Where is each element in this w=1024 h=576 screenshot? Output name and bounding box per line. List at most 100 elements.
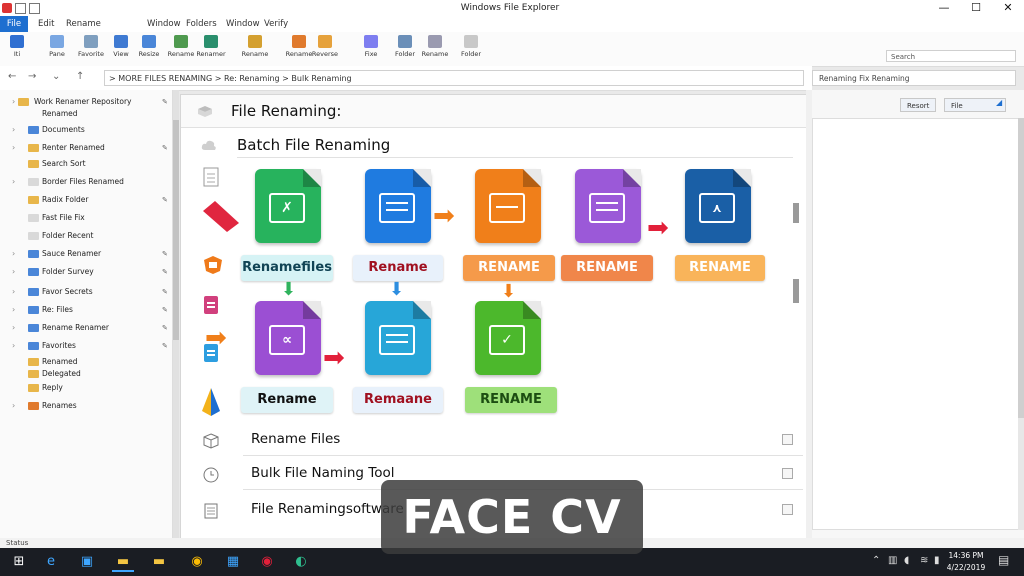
chrome-icon[interactable]: ◉ (256, 552, 278, 572)
ribbon-button[interactable]: Favorite (76, 34, 106, 64)
maximize-button[interactable]: ☐ (960, 0, 992, 16)
ribbon-button[interactable]: Renamer (196, 34, 226, 64)
nav-scrollbar[interactable] (173, 90, 179, 538)
pin-icon[interactable]: ✎ (162, 320, 168, 336)
search-input[interactable]: Renaming Fix Renaming (812, 70, 1016, 86)
folder-icon[interactable]: ▬ (148, 552, 170, 572)
pin-icon[interactable]: ✎ (162, 338, 168, 354)
pin-icon[interactable]: ✎ (162, 284, 168, 300)
ribbon-button[interactable]: Resize (134, 34, 164, 64)
ribbon-button[interactable]: Folder (456, 34, 486, 64)
sidebar-item[interactable]: › Folder Survey ✎ (0, 264, 172, 280)
sidebar-item[interactable]: › Renter Renamed ✎ (0, 140, 172, 156)
row-checkbox[interactable] (782, 468, 793, 479)
clock[interactable]: 14:36 PM 4/22/2019 (946, 550, 986, 574)
expand-chevron-icon[interactable]: › (12, 174, 15, 190)
expand-chevron-icon[interactable]: › (12, 302, 15, 318)
file-explorer-icon[interactable]: ▬ (112, 552, 134, 572)
save-icon[interactable] (15, 2, 26, 14)
edge-browser-icon[interactable]: e (40, 552, 62, 572)
app-icon[interactable]: ◐ (290, 552, 312, 572)
sidebar-item[interactable]: › Rename Renamer ✎ (0, 320, 172, 336)
menu-edit[interactable]: Edit (38, 16, 54, 32)
menu-folders[interactable]: Folders (186, 16, 217, 32)
nav-scroll-thumb[interactable] (173, 120, 179, 340)
chrome-icon[interactable]: ◉ (186, 552, 208, 572)
menu-window-2[interactable]: Window (226, 16, 260, 32)
expand-chevron-icon[interactable]: › (12, 264, 15, 280)
sidebar-item[interactable]: Folder Recent (0, 228, 172, 244)
start-icon[interactable]: ⊞ (8, 552, 30, 572)
ribbon-button[interactable]: Folder (390, 34, 420, 64)
resort-button[interactable]: Resort (900, 98, 937, 112)
sidebar-item[interactable]: Renamed (0, 106, 172, 122)
up-icon[interactable]: ↑ (76, 71, 84, 82)
minimize-button[interactable]: — (928, 0, 960, 16)
pin-icon[interactable]: ✎ (162, 140, 168, 156)
expand-chevron-icon[interactable]: › (12, 398, 15, 414)
app-icon[interactable]: ▦ (222, 552, 244, 572)
menu-file[interactable]: File (0, 16, 28, 32)
tray-up-icon[interactable]: ⌃ (872, 555, 880, 566)
pin-icon[interactable]: ✎ (162, 302, 168, 318)
ribbon-button[interactable]: View (106, 34, 136, 64)
close-button[interactable]: ✕ (992, 0, 1024, 16)
pin-icon[interactable]: ✎ (162, 246, 168, 262)
sidebar-item[interactable]: Radix Folder ✎ (0, 192, 172, 208)
undo-icon[interactable] (29, 2, 40, 14)
menu-rename[interactable]: Rename (66, 16, 101, 32)
ribbon-button[interactable]: Pane (42, 34, 72, 64)
list-item-label: Bulk File Naming Tool (251, 465, 395, 481)
sidebar-item[interactable]: › Favor Secrets ✎ (0, 284, 172, 300)
menu-verify[interactable]: Verify (264, 16, 288, 32)
sidebar-item[interactable]: › Renames (0, 398, 172, 414)
network-icon[interactable]: ▥ (888, 555, 897, 566)
sidebar-item[interactable]: › Sauce Renamer ✎ (0, 246, 172, 262)
app-icon[interactable] (2, 3, 12, 13)
details-body (812, 118, 1020, 530)
expand-chevron-icon[interactable]: › (12, 338, 15, 354)
ribbon-button[interactable]: Reverse (310, 34, 340, 64)
pin-icon[interactable]: ✎ (162, 192, 168, 208)
sidebar-item[interactable]: Search Sort (0, 156, 172, 172)
content-scroll-marker[interactable] (793, 279, 799, 303)
expand-chevron-icon[interactable]: › (12, 246, 15, 262)
sidebar-item[interactable]: › Re: Files ✎ (0, 302, 172, 318)
task-view-icon[interactable]: ▣ (76, 552, 98, 572)
wifi-icon[interactable]: ≋ (920, 555, 928, 566)
ribbon-button[interactable]: Rename (420, 34, 450, 64)
address-path[interactable]: > MORE FILES RENAMING > Re: Renaming > B… (104, 70, 804, 86)
sidebar-item[interactable]: › Documents (0, 122, 172, 138)
expand-chevron-icon[interactable]: › (12, 140, 15, 156)
folder-icon (18, 98, 29, 106)
row-checkbox[interactable] (782, 504, 793, 515)
ribbon-search-input[interactable]: Search (886, 50, 1016, 62)
menu-window[interactable]: Window (147, 16, 181, 32)
sidebar-item[interactable]: › Favorites ✎ (0, 338, 172, 354)
expand-chevron-icon[interactable]: › (12, 284, 15, 300)
list-item[interactable]: Rename Files (243, 425, 803, 456)
details-scroll-thumb[interactable] (1018, 118, 1024, 418)
ribbon-button[interactable]: Rename (240, 34, 270, 64)
recent-icon[interactable]: ⌄ (52, 71, 60, 82)
row-checkbox[interactable] (782, 434, 793, 445)
ribbon-button[interactable]: Iti (2, 34, 32, 64)
battery-icon[interactable]: ▮ (934, 555, 940, 566)
pin-icon[interactable]: ✎ (162, 264, 168, 280)
sidebar-item[interactable]: Fast File Fix (0, 210, 172, 226)
content-scroll-marker[interactable] (793, 203, 799, 223)
flow-label: RENAME (465, 387, 557, 413)
forward-icon[interactable]: → (28, 71, 36, 82)
dropdown-arrow-icon[interactable]: ◢ (996, 98, 1002, 107)
ribbon-button[interactable]: Rename (166, 34, 196, 64)
sidebar-item[interactable]: › Border Files Renamed (0, 174, 172, 190)
details-scrollbar[interactable] (1018, 118, 1024, 530)
sidebar-item[interactable]: Reply (0, 380, 172, 396)
expand-chevron-icon[interactable]: › (12, 320, 15, 336)
back-icon[interactable]: ← (8, 71, 16, 82)
sidebar-item-label: Renter Renamed (42, 143, 105, 152)
expand-chevron-icon[interactable]: › (12, 122, 15, 138)
ribbon-button[interactable]: Fixe (356, 34, 386, 64)
notification-icon[interactable]: ▤ (998, 553, 1009, 567)
volume-icon[interactable]: ◖ (904, 555, 909, 566)
